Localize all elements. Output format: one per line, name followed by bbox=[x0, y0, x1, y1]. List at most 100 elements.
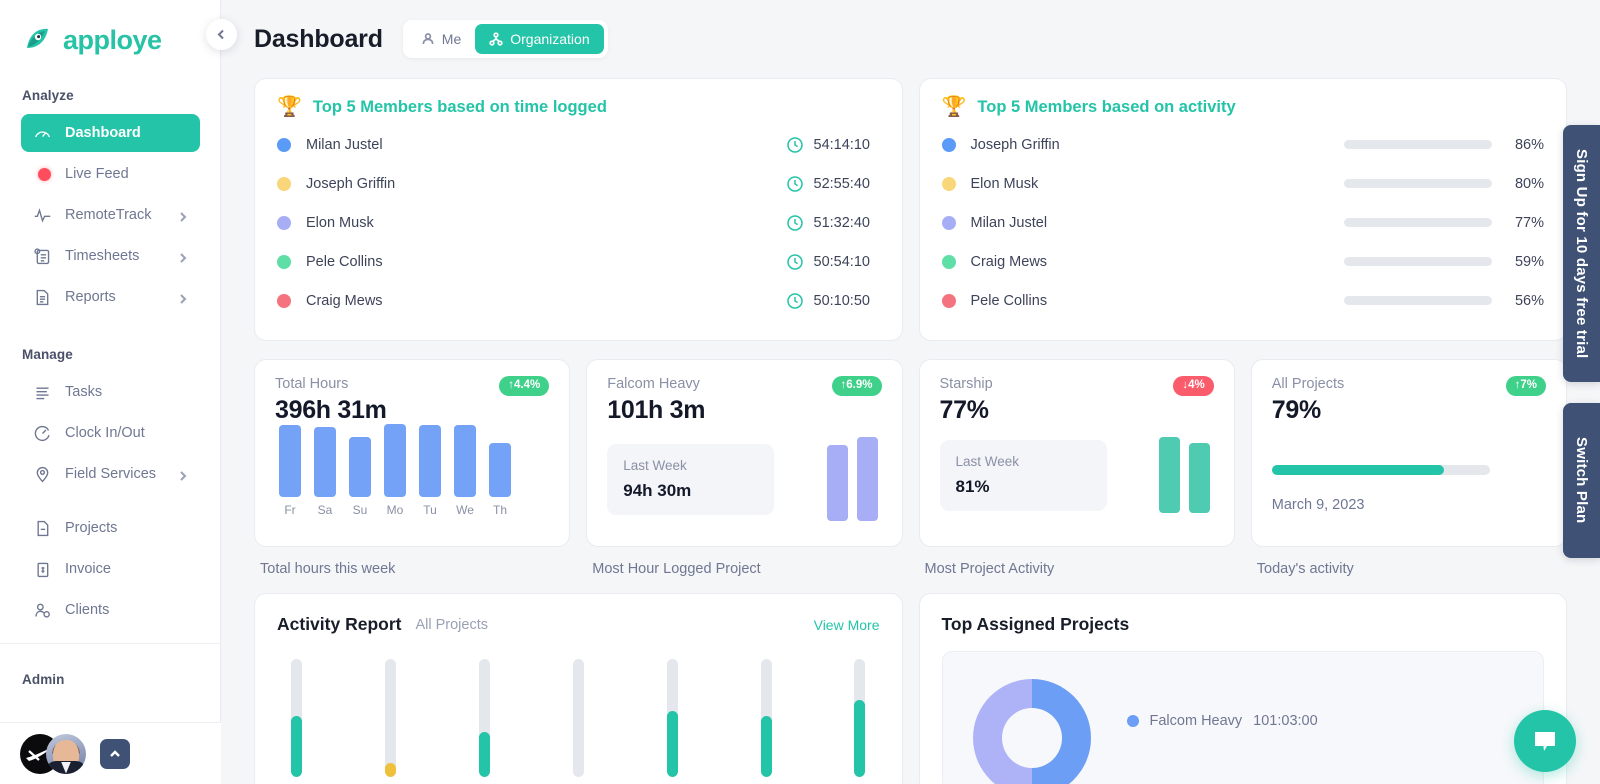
member-name: Craig Mews bbox=[970, 253, 1048, 270]
legend-item: Falcom Heavy 101:03:00 bbox=[1126, 713, 1318, 729]
clock-dial-icon bbox=[33, 424, 52, 443]
clock-icon bbox=[786, 292, 804, 310]
activity-bar bbox=[1344, 179, 1492, 188]
brand-logo[interactable]: apploye bbox=[0, 0, 220, 60]
chevron-right-icon bbox=[178, 469, 188, 481]
activity-bar bbox=[1344, 296, 1492, 305]
tab-organization[interactable]: Organization bbox=[475, 24, 604, 54]
section-label-admin: Admin bbox=[22, 672, 65, 687]
donut-panel: Falcom Heavy 101:03:00 bbox=[941, 651, 1544, 784]
section-label-analyze: Analyze bbox=[22, 88, 74, 103]
member-name: Elon Musk bbox=[306, 214, 374, 231]
stat-label: Total Hours bbox=[275, 376, 349, 392]
member-name: Pele Collins bbox=[306, 253, 383, 270]
chat-bubble-icon bbox=[1535, 732, 1555, 751]
activity-bar bbox=[1344, 140, 1492, 149]
bar-column bbox=[572, 659, 584, 777]
last-week-row: Last Week 81% bbox=[939, 437, 1214, 513]
last-week-box: Last Week 94h 30m bbox=[607, 443, 775, 515]
avatar-group[interactable] bbox=[20, 733, 86, 774]
progress-wrap: March 9, 2023 bbox=[1271, 465, 1546, 513]
member-color-dot bbox=[277, 254, 291, 269]
table-row[interactable]: Joseph Griffin 86% bbox=[941, 125, 1544, 164]
table-row[interactable]: Pele Collins 56% bbox=[941, 281, 1544, 320]
card-title: Top Assigned Projects bbox=[941, 614, 1130, 634]
member-time: 54:14:10 bbox=[786, 136, 880, 154]
member-time-value: 50:54:10 bbox=[813, 253, 870, 270]
sidebar-item-tasks[interactable]: Tasks bbox=[21, 373, 200, 411]
bar-column: Sa bbox=[314, 427, 336, 517]
table-row[interactable]: Craig Mews 50:10:50 bbox=[277, 281, 880, 320]
pulse-icon bbox=[33, 206, 52, 225]
tab-me[interactable]: Me bbox=[407, 24, 475, 54]
sidebar-item-invoice[interactable]: Invoice bbox=[21, 550, 200, 588]
table-row[interactable]: Pele Collins 50:54:10 bbox=[277, 242, 880, 281]
main-content: Dashboard Me Organization 🏆 Top 5 Member… bbox=[221, 0, 1600, 784]
sidebar-label-timesheets: Timesheets bbox=[65, 248, 140, 264]
table-row[interactable]: Elon Musk 80% bbox=[941, 164, 1544, 203]
table-row[interactable]: Joseph Griffin 52:55:40 bbox=[277, 164, 880, 203]
side-tab-free-trial[interactable]: Sign Up for 10 days free trial bbox=[1563, 125, 1600, 382]
avatar-user[interactable] bbox=[46, 733, 86, 774]
card-header: All Projects 79% ↑7% bbox=[1272, 376, 1546, 425]
table-row[interactable]: Milan Justel 54:14:10 bbox=[277, 125, 880, 164]
sidebar-item-timesheets[interactable]: Timesheets bbox=[21, 237, 200, 275]
sidebar-collapse-button[interactable] bbox=[206, 19, 237, 50]
card-header: Top Assigned Projects bbox=[942, 614, 1545, 635]
bar-column: Mo bbox=[384, 424, 406, 517]
member-name: Elon Musk bbox=[970, 175, 1039, 192]
sidebar-item-field-services[interactable]: Field Services bbox=[21, 455, 200, 493]
view-more-link[interactable]: View More bbox=[814, 617, 880, 633]
member-color-dot bbox=[941, 137, 956, 152]
trophy-icon: 🏆 bbox=[941, 96, 967, 118]
last-week-label: Last Week bbox=[955, 453, 1020, 469]
document-icon bbox=[33, 288, 52, 307]
last-week-value: 94h 30m bbox=[623, 480, 692, 500]
sidebar-item-clients[interactable]: Clients bbox=[21, 591, 200, 629]
timesheet-icon bbox=[33, 247, 52, 266]
member-color-dot bbox=[277, 176, 291, 191]
member-name: Joseph Griffin bbox=[306, 175, 396, 192]
stat-value: 79% bbox=[1271, 396, 1321, 424]
table-row[interactable]: Milan Justel 77% bbox=[941, 203, 1544, 242]
card-subtitle: All Projects bbox=[415, 616, 488, 633]
sidebar-item-dashboard[interactable]: Dashboard bbox=[21, 114, 200, 152]
sidebar-item-live-feed[interactable]: Live Feed bbox=[21, 155, 200, 193]
member-time-value: 51:32:40 bbox=[813, 214, 870, 231]
side-tab-switch-plan[interactable]: Switch Plan bbox=[1563, 403, 1600, 558]
stat-caption: Total hours this week bbox=[260, 561, 396, 577]
chat-support-button[interactable] bbox=[1514, 710, 1576, 772]
bar-column bbox=[760, 659, 772, 777]
stat-caption: Most Project Activity bbox=[924, 561, 1055, 577]
sidebar-item-projects[interactable]: Projects bbox=[21, 509, 200, 547]
stat-label: Falcom Heavy bbox=[607, 376, 700, 392]
gauge-icon bbox=[33, 124, 52, 143]
member-name: Pele Collins bbox=[970, 292, 1048, 309]
sidebar-label-invoice: Invoice bbox=[65, 561, 111, 577]
section-label-manage: Manage bbox=[22, 347, 73, 362]
member-time: 50:54:10 bbox=[786, 253, 880, 271]
progress-date: March 9, 2023 bbox=[1271, 497, 1365, 513]
clock-icon bbox=[786, 175, 804, 193]
sidebar-item-reports[interactable]: Reports bbox=[21, 278, 200, 316]
member-name: Milan Justel bbox=[970, 214, 1048, 231]
activity-percent: 77% bbox=[1514, 214, 1544, 231]
expand-up-button[interactable] bbox=[100, 738, 130, 769]
legend-color-dot bbox=[1126, 715, 1139, 727]
mini-bar-chart bbox=[826, 437, 882, 521]
sidebar-item-remotetrack[interactable]: RemoteTrack bbox=[21, 196, 200, 234]
card-header: Total Hours 396h 31m ↑4.4% bbox=[275, 376, 550, 425]
table-row[interactable]: Elon Musk 51:32:40 bbox=[277, 203, 880, 242]
bar-column: We bbox=[454, 425, 476, 517]
table-row[interactable]: Craig Mews 59% bbox=[941, 242, 1544, 281]
bar-label: Th bbox=[492, 503, 507, 517]
top-members-time-card: 🏆 Top 5 Members based on time logged Mil… bbox=[254, 78, 903, 341]
last-week-label: Last Week bbox=[623, 457, 687, 473]
donut-legend: Falcom Heavy 101:03:00 bbox=[1126, 713, 1318, 729]
stat-card-falcom-heavy: Falcom Heavy 101h 3m ↑6.9% Last Week 94h… bbox=[586, 359, 903, 547]
member-color-dot bbox=[277, 137, 291, 152]
sidebar-item-clock-in-out[interactable]: Clock In/Out bbox=[21, 414, 200, 452]
sidebar-label-projects: Projects bbox=[65, 520, 118, 536]
activity-bar bbox=[1344, 218, 1492, 227]
list-icon bbox=[33, 383, 52, 402]
